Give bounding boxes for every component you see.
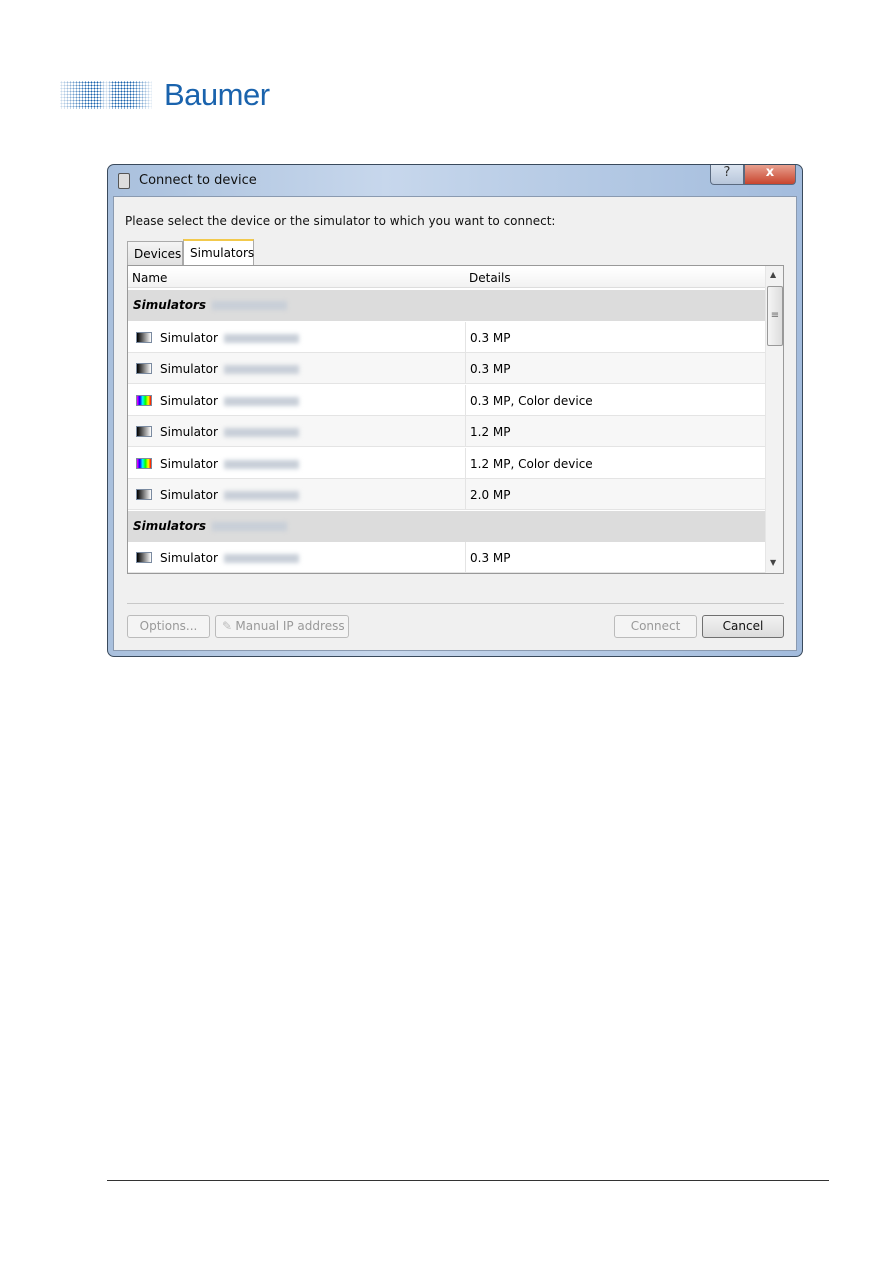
color-sensor-icon xyxy=(136,457,152,469)
table-row[interactable]: Simulator 1.2 MP xyxy=(128,416,765,447)
connect-dialog: Connect to device ? x Please select the … xyxy=(107,164,803,657)
redacted-text xyxy=(223,554,299,563)
row-details: 2.0 MP xyxy=(465,479,515,510)
simulator-table: Name Details Simulators Simulator 0.3 MP Si… xyxy=(127,265,784,574)
header-name[interactable]: Name xyxy=(132,271,167,285)
redacted-text xyxy=(223,365,299,374)
mono-sensor-icon xyxy=(136,363,152,374)
group-row: Simulators xyxy=(128,510,765,542)
redacted-text xyxy=(223,428,299,437)
row-name: Simulator xyxy=(160,425,299,439)
row-details: 0.3 MP, Color device xyxy=(465,384,597,416)
row-name: Simulator xyxy=(160,457,299,471)
logo-text: Baumer xyxy=(164,77,270,112)
scroll-thumb[interactable]: ≡ xyxy=(767,286,783,346)
group-name: Simulators xyxy=(133,519,288,533)
tab-devices[interactable]: Devices xyxy=(127,241,183,266)
connect-button[interactable]: Connect xyxy=(614,615,697,638)
redacted-text xyxy=(212,301,288,310)
mono-sensor-icon xyxy=(136,489,152,500)
row-name: Simulator xyxy=(160,394,299,408)
redacted-text xyxy=(212,521,288,531)
group-row: Simulators xyxy=(128,290,765,321)
table-row[interactable]: Simulator 2.0 MP xyxy=(128,479,765,510)
mono-sensor-icon xyxy=(136,552,152,563)
row-name: Simulator xyxy=(160,488,299,502)
manual-ip-button[interactable]: ✎ Manual IP address xyxy=(215,615,349,638)
row-name: Simulator xyxy=(160,362,299,376)
tab-simulators[interactable]: Simulators xyxy=(183,239,254,266)
row-name: Simulator xyxy=(160,551,299,565)
row-details: 0.3 MP xyxy=(465,321,515,353)
header-details[interactable]: Details xyxy=(469,271,511,285)
divider xyxy=(127,603,784,604)
redacted-text xyxy=(223,459,299,469)
table-row[interactable]: Simulator 0.3 MP xyxy=(128,321,765,353)
logo-dots-icon xyxy=(60,81,152,109)
scroll-down-icon[interactable]: ▼ xyxy=(770,558,776,567)
mono-sensor-icon xyxy=(136,426,152,437)
row-details: 1.2 MP xyxy=(465,416,515,447)
table-row[interactable]: Simulator 0.3 MP xyxy=(128,353,765,384)
row-name: Simulator xyxy=(160,331,299,345)
table-row[interactable]: Simulator 0.3 MP, Color device xyxy=(128,384,765,416)
redacted-text xyxy=(223,491,299,500)
app-icon xyxy=(118,173,130,189)
baumer-logo: Baumer xyxy=(60,77,270,112)
dialog-body: Please select the device or the simulato… xyxy=(113,196,797,651)
scrollbar[interactable]: ▲ ≡ ▼ xyxy=(765,266,783,573)
color-sensor-icon xyxy=(136,394,152,406)
row-details: 1.2 MP, Color device xyxy=(465,447,597,479)
table-row[interactable]: Simulator 0.3 MP xyxy=(128,542,765,573)
table-row[interactable]: Simulator 1.2 MP, Color device xyxy=(128,447,765,479)
close-button[interactable]: x xyxy=(744,165,796,185)
redacted-text xyxy=(223,396,299,406)
table-header: Name Details xyxy=(128,268,765,288)
scroll-up-icon[interactable]: ▲ xyxy=(770,270,776,279)
pencil-icon: ✎ xyxy=(222,619,233,633)
group-name: Simulators xyxy=(133,298,288,312)
cancel-button[interactable]: Cancel xyxy=(702,615,784,638)
row-details: 0.3 MP xyxy=(465,542,515,573)
footer-rule xyxy=(107,1180,829,1181)
dialog-title: Connect to device xyxy=(139,173,257,188)
row-details: 0.3 MP xyxy=(465,353,515,384)
options-button[interactable]: Options... xyxy=(127,615,210,638)
redacted-text xyxy=(223,333,299,343)
manual-ip-label: Manual IP address xyxy=(235,619,345,633)
instruction-text: Please select the device or the simulato… xyxy=(125,214,556,228)
mono-sensor-icon xyxy=(136,331,152,343)
help-button[interactable]: ? xyxy=(710,165,744,185)
